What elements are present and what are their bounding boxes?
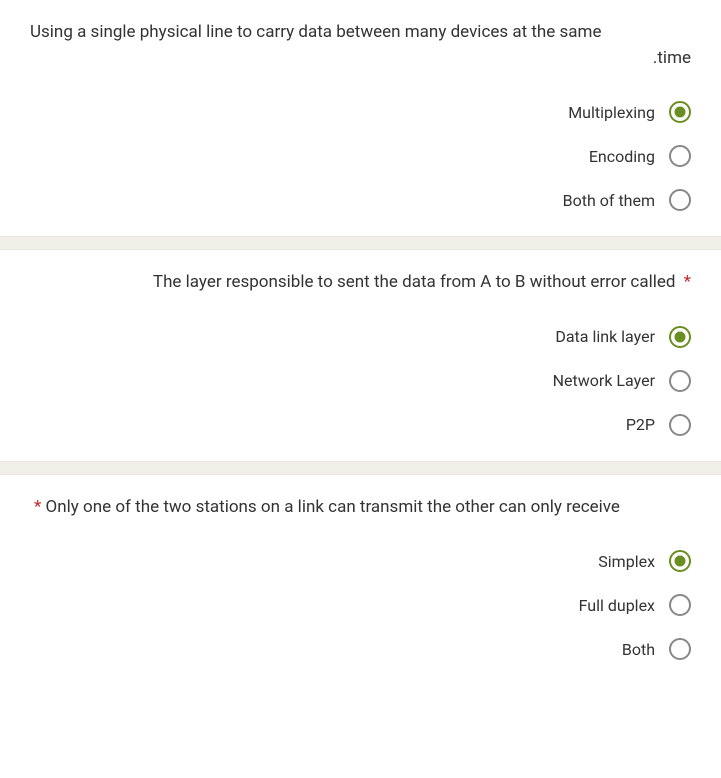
radio-icon[interactable] xyxy=(669,101,691,123)
option-label: Simplex xyxy=(598,552,655,571)
option-label: Both of them xyxy=(563,191,655,210)
option-full-duplex[interactable]: Full duplex xyxy=(30,594,691,616)
option-label: Full duplex xyxy=(579,596,655,615)
option-label: Both xyxy=(622,640,655,659)
radio-icon[interactable] xyxy=(669,370,691,392)
question-line1: Using a single physical line to carry da… xyxy=(30,22,601,42)
option-label: Encoding xyxy=(589,147,655,166)
option-p2p[interactable]: P2P xyxy=(30,414,691,436)
option-network-layer[interactable]: Network Layer xyxy=(30,370,691,392)
radio-icon[interactable] xyxy=(669,550,691,572)
radio-icon[interactable] xyxy=(669,326,691,348)
options-group: Data link layer Network Layer P2P xyxy=(30,326,691,436)
question-body: Only one of the two stations on a link c… xyxy=(46,497,620,517)
question-line2: .time xyxy=(30,46,691,72)
radio-icon[interactable] xyxy=(669,145,691,167)
option-simplex[interactable]: Simplex xyxy=(30,550,691,572)
option-label: Data link layer xyxy=(555,327,655,346)
options-group: Multiplexing Encoding Both of them xyxy=(30,101,691,211)
option-encoding[interactable]: Encoding xyxy=(30,145,691,167)
option-label: P2P xyxy=(626,415,655,434)
radio-icon[interactable] xyxy=(669,638,691,660)
question-block-3: * Only one of the two stations on a link… xyxy=(0,475,721,686)
radio-icon[interactable] xyxy=(669,414,691,436)
option-label: Network Layer xyxy=(553,371,655,390)
radio-icon[interactable] xyxy=(669,594,691,616)
question-text: Using a single physical line to carry da… xyxy=(30,20,691,71)
question-block-2: * The layer responsible to sent the data… xyxy=(0,250,721,461)
required-marker: * xyxy=(34,497,41,517)
radio-icon[interactable] xyxy=(669,189,691,211)
required-marker: * xyxy=(684,272,691,292)
question-text: * Only one of the two stations on a link… xyxy=(30,495,691,521)
option-label: Multiplexing xyxy=(568,103,655,122)
question-body: The layer responsible to sent the data f… xyxy=(153,272,676,292)
options-group: Simplex Full duplex Both xyxy=(30,550,691,660)
option-both-of-them[interactable]: Both of them xyxy=(30,189,691,211)
divider xyxy=(0,236,721,250)
question-text: * The layer responsible to sent the data… xyxy=(30,270,691,296)
option-multiplexing[interactable]: Multiplexing xyxy=(30,101,691,123)
question-block-1: Using a single physical line to carry da… xyxy=(0,0,721,236)
option-both[interactable]: Both xyxy=(30,638,691,660)
option-data-link-layer[interactable]: Data link layer xyxy=(30,326,691,348)
divider xyxy=(0,461,721,475)
